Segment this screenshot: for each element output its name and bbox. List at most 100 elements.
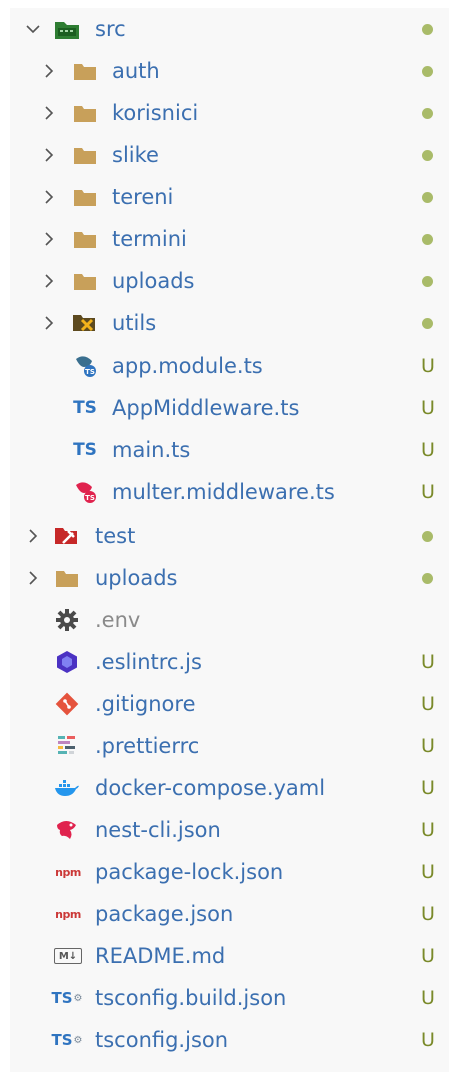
tree-item-env[interactable]: .env: [10, 599, 449, 641]
status-badge: U: [421, 945, 435, 967]
tree-item-termini[interactable]: termini: [10, 218, 449, 260]
tree-item-label: uploads: [112, 269, 195, 293]
chevron-right-icon[interactable]: [26, 529, 40, 543]
svg-text:TS: TS: [85, 494, 95, 502]
status-dot: [422, 233, 433, 245]
src-folder-icon: [54, 16, 80, 42]
tree-item-label: multer.middleware.ts: [112, 480, 335, 504]
status-badge: U: [421, 861, 435, 883]
eslint-icon: [54, 649, 80, 675]
tree-item-label: .eslintrc.js: [95, 650, 202, 674]
status-badge: U: [421, 397, 435, 419]
chevron-right-icon[interactable]: [42, 64, 56, 78]
status-badge: U: [421, 439, 435, 461]
status-dot: [422, 65, 433, 77]
tree-item-label: tereni: [112, 185, 174, 209]
tree-item-main-ts[interactable]: TS main.ts U: [10, 429, 449, 471]
test-folder-icon: [54, 523, 80, 549]
tree-item-multer-middleware[interactable]: TS multer.middleware.ts U: [10, 471, 449, 513]
status-dot: [422, 149, 433, 161]
tree-item-label: AppMiddleware.ts: [112, 396, 300, 420]
folder-icon: [72, 226, 98, 252]
git-icon: [54, 691, 80, 717]
chevron-right-icon[interactable]: [42, 274, 56, 288]
chevron-right-icon[interactable]: [42, 190, 56, 204]
status-dot: [422, 23, 433, 35]
tree-item-label: tsconfig.json: [95, 1028, 229, 1052]
typescript-icon: TS: [73, 398, 97, 418]
chevron-right-icon[interactable]: [42, 148, 56, 162]
utils-folder-icon: [72, 310, 98, 336]
tree-item-eslintrc[interactable]: .eslintrc.js U: [10, 641, 449, 683]
tree-item-gitignore[interactable]: .gitignore U: [10, 683, 449, 725]
tree-item-label: nest-cli.json: [95, 818, 221, 842]
npm-icon: npm: [55, 865, 81, 879]
npm-icon: npm: [55, 907, 81, 921]
chevron-right-icon[interactable]: [42, 232, 56, 246]
status-badge: U: [421, 777, 435, 799]
gear-badge-icon: ⚙: [73, 992, 83, 1004]
chevron-right-icon[interactable]: [42, 106, 56, 120]
tree-item-test[interactable]: test: [10, 515, 449, 557]
nest-icon: [54, 817, 80, 843]
typescript-icon: TS: [73, 440, 97, 460]
tsconfig-icon-text: TS: [51, 1031, 73, 1049]
tree-item-tsconfig-build[interactable]: TS ⚙ tsconfig.build.json U: [10, 977, 449, 1019]
tree-item-package-lock[interactable]: npm package-lock.json U: [10, 851, 449, 893]
tsconfig-icon: TS ⚙: [51, 985, 83, 1011]
tree-item-slike[interactable]: slike: [10, 134, 449, 176]
chevron-down-icon[interactable]: [26, 22, 40, 36]
folder-icon: [72, 268, 98, 294]
folder-icon: [72, 100, 98, 126]
tree-item-docker-compose[interactable]: docker-compose.yaml U: [10, 767, 449, 809]
tree-item-label: package-lock.json: [95, 860, 284, 884]
status-badge: U: [421, 355, 435, 377]
tree-item-tsconfig[interactable]: TS ⚙ tsconfig.json U: [10, 1019, 449, 1061]
tree-item-utils[interactable]: utils: [10, 302, 449, 344]
tsconfig-icon-text: TS: [51, 989, 73, 1007]
tree-item-auth[interactable]: auth: [10, 50, 449, 92]
tree-item-label: src: [95, 17, 126, 41]
tree-item-readme[interactable]: M↓ README.md U: [10, 935, 449, 977]
tree-item-label: korisnici: [112, 101, 199, 125]
nest-module-icon: TS: [72, 353, 98, 379]
tree-item-label: utils: [112, 311, 157, 335]
tree-item-uploads-src[interactable]: uploads: [10, 260, 449, 302]
tree-item-prettierrc[interactable]: .prettierrc U: [10, 725, 449, 767]
nest-middleware-icon: TS: [72, 479, 98, 505]
gear-badge-icon: ⚙: [73, 1034, 83, 1046]
tree-item-label: test: [95, 524, 136, 548]
status-badge: U: [421, 693, 435, 715]
tree-item-package[interactable]: npm package.json U: [10, 893, 449, 935]
prettier-icon: [54, 733, 80, 759]
tree-item-label: tsconfig.build.json: [95, 986, 287, 1010]
tree-item-src[interactable]: src: [10, 8, 449, 50]
tree-item-label: .env: [95, 608, 141, 632]
status-badge: U: [421, 481, 435, 503]
tree-item-label: .gitignore: [95, 692, 196, 716]
status-dot: [422, 275, 433, 287]
tree-item-app-module[interactable]: TS app.module.ts U: [10, 345, 449, 387]
tree-item-label: slike: [112, 143, 159, 167]
tree-item-label: termini: [112, 227, 187, 251]
tree-item-korisnici[interactable]: korisnici: [10, 92, 449, 134]
chevron-right-icon[interactable]: [42, 316, 56, 330]
folder-icon: [72, 58, 98, 84]
folder-icon: [72, 142, 98, 168]
docker-icon: [54, 775, 80, 801]
tree-item-tereni[interactable]: tereni: [10, 176, 449, 218]
tree-item-label: auth: [112, 59, 160, 83]
status-badge: U: [421, 1029, 435, 1051]
tree-item-label: uploads: [95, 566, 178, 590]
tree-item-label: .prettierrc: [95, 734, 200, 758]
chevron-right-icon[interactable]: [26, 571, 40, 585]
tree-item-nest-cli[interactable]: nest-cli.json U: [10, 809, 449, 851]
status-dot: [422, 572, 433, 584]
gear-icon: [54, 607, 80, 633]
status-badge: U: [421, 903, 435, 925]
tree-item-label: docker-compose.yaml: [95, 776, 326, 800]
tree-item-uploads[interactable]: uploads: [10, 557, 449, 599]
status-dot: [422, 191, 433, 203]
tree-item-app-middleware[interactable]: TS AppMiddleware.ts U: [10, 387, 449, 429]
folder-icon: [54, 565, 80, 591]
